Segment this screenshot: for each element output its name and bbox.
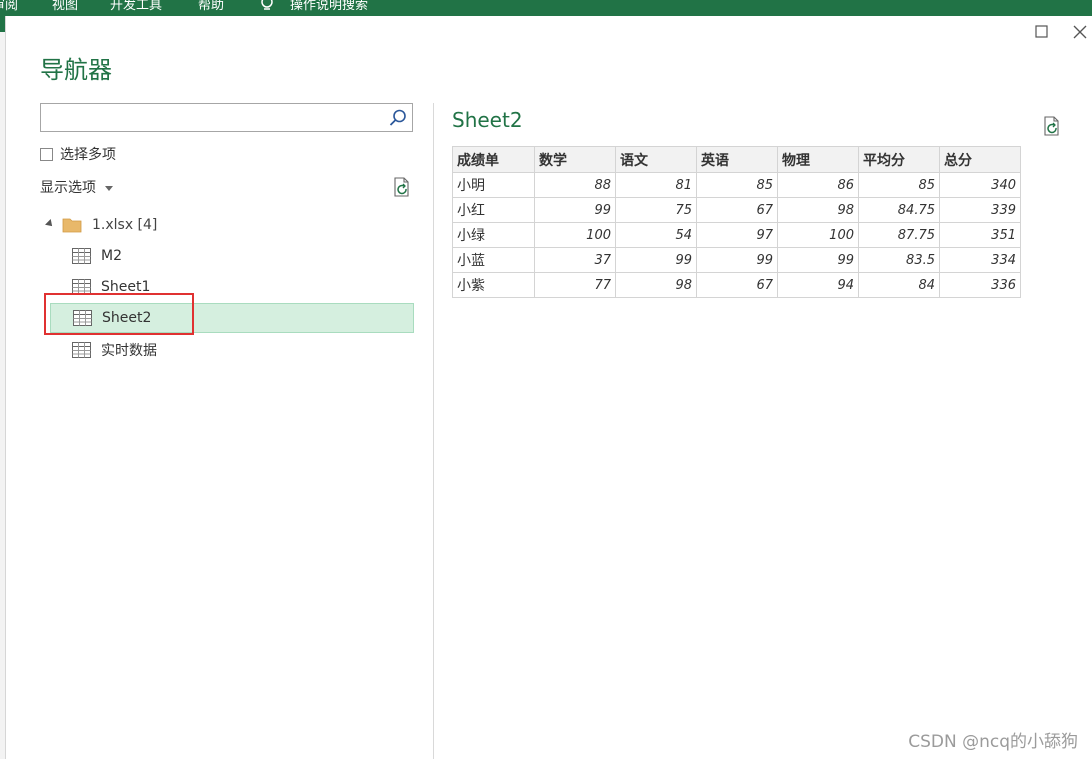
table-cell: 小红 [452, 197, 535, 223]
table-cell: 84.75 [858, 197, 940, 223]
table-icon [72, 342, 91, 358]
table-cell: 97 [696, 222, 778, 248]
tree-item-label: Sheet1 [101, 279, 151, 295]
refresh-icon[interactable] [392, 176, 412, 198]
table-cell: 100 [777, 222, 859, 248]
display-options-label: 显示选项 [40, 180, 96, 196]
tree-item-label: M2 [101, 248, 122, 264]
table-cell: 小明 [452, 172, 535, 198]
table-icon [72, 279, 91, 295]
table-cell: 67 [696, 272, 778, 298]
table-icon [72, 248, 91, 264]
column-header[interactable]: 英语 [696, 146, 778, 173]
table-cell: 86 [777, 172, 859, 198]
column-header[interactable]: 数学 [534, 146, 616, 173]
table-cell: 75 [615, 197, 697, 223]
table-cell: 334 [939, 247, 1021, 273]
tree-root-label: 1.xlsx [4] [92, 217, 158, 233]
table-cell: 98 [777, 197, 859, 223]
select-multiple-label: 选择多项 [60, 147, 116, 163]
search-box[interactable] [40, 103, 413, 132]
tree-item-sheet2[interactable]: Sheet2 [50, 303, 414, 333]
table-cell: 54 [615, 222, 697, 248]
table-cell: 85 [696, 172, 778, 198]
ribbon-bar: 审阅 视图 开发工具 帮助 操作说明搜索 [0, 0, 1092, 16]
close-icon[interactable] [1070, 22, 1090, 42]
ribbon-tab-view[interactable]: 视图 [52, 0, 78, 13]
select-multiple-option[interactable]: 选择多项 [40, 145, 116, 163]
table-cell: 98 [615, 272, 697, 298]
table-cell: 小绿 [452, 222, 535, 248]
table-row: 小红 99 75 67 98 84.75 339 [452, 197, 1021, 223]
tree-item-sheet1[interactable]: Sheet1 [50, 272, 414, 302]
maximize-icon[interactable] [1032, 22, 1052, 42]
table-cell: 小紫 [452, 272, 535, 298]
table-cell: 37 [534, 247, 616, 273]
ribbon-tab-review[interactable]: 审阅 [0, 0, 18, 13]
tree-item-label: Sheet2 [102, 310, 152, 326]
table-cell: 84 [858, 272, 940, 298]
background-sheet-edge [0, 16, 6, 759]
table-cell: 340 [939, 172, 1021, 198]
table-row: 小明 88 81 85 86 85 340 [452, 172, 1021, 198]
column-header[interactable]: 成绩单 [452, 146, 535, 173]
table-cell: 339 [939, 197, 1021, 223]
table-cell: 77 [534, 272, 616, 298]
tree-item-realtime-data[interactable]: 实时数据 [50, 335, 414, 365]
table-cell: 87.75 [858, 222, 940, 248]
table-cell: 351 [939, 222, 1021, 248]
background-sheet-marker [0, 16, 5, 32]
collapse-icon[interactable] [45, 219, 55, 229]
table-cell: 小蓝 [452, 247, 535, 273]
table-icon [73, 310, 92, 326]
ribbon-tell-me-search[interactable]: 操作说明搜索 [290, 0, 368, 13]
table-cell: 94 [777, 272, 859, 298]
column-header[interactable]: 平均分 [858, 146, 940, 173]
table-cell: 99 [534, 197, 616, 223]
table-row: 小蓝 37 99 99 99 83.5 334 [452, 247, 1021, 273]
table-cell: 99 [615, 247, 697, 273]
tree-item-m2[interactable]: M2 [50, 241, 414, 271]
column-header[interactable]: 总分 [939, 146, 1021, 173]
refresh-preview-icon[interactable] [1042, 115, 1062, 137]
ribbon-tab-help[interactable]: 帮助 [198, 0, 224, 13]
table-cell: 99 [696, 247, 778, 273]
column-header[interactable]: 物理 [777, 146, 859, 173]
table-cell: 85 [858, 172, 940, 198]
preview-table: 成绩单 数学 语文 英语 物理 平均分 总分 小明 88 81 85 86 85… [452, 146, 1021, 298]
navigator-title: 导航器 [40, 56, 112, 84]
folder-icon [62, 218, 82, 233]
watermark: CSDN @ncq的小舔狗 [908, 732, 1078, 752]
tree-item-label: 实时数据 [101, 343, 157, 359]
ribbon-tab-developer[interactable]: 开发工具 [110, 0, 162, 13]
tree-root-workbook[interactable]: 1.xlsx [4] [45, 214, 158, 236]
preview-title: Sheet2 [452, 108, 523, 132]
table-cell: 83.5 [858, 247, 940, 273]
table-row: 小紫 77 98 67 94 84 336 [452, 272, 1021, 298]
lightbulb-icon [261, 0, 273, 10]
chevron-down-icon [105, 185, 113, 191]
search-icon[interactable] [388, 108, 408, 128]
search-input[interactable] [45, 107, 379, 129]
table-row: 小绿 100 54 97 100 87.75 351 [452, 222, 1021, 248]
table-cell: 100 [534, 222, 616, 248]
table-cell: 336 [939, 272, 1021, 298]
table-cell: 99 [777, 247, 859, 273]
panel-divider[interactable] [433, 103, 434, 759]
column-header[interactable]: 语文 [615, 146, 697, 173]
table-cell: 81 [615, 172, 697, 198]
table-cell: 67 [696, 197, 778, 223]
display-options-dropdown[interactable]: 显示选项 [40, 177, 113, 197]
table-cell: 88 [534, 172, 616, 198]
table-header-row: 成绩单 数学 语文 英语 物理 平均分 总分 [452, 146, 1021, 173]
select-multiple-checkbox[interactable] [40, 147, 53, 161]
